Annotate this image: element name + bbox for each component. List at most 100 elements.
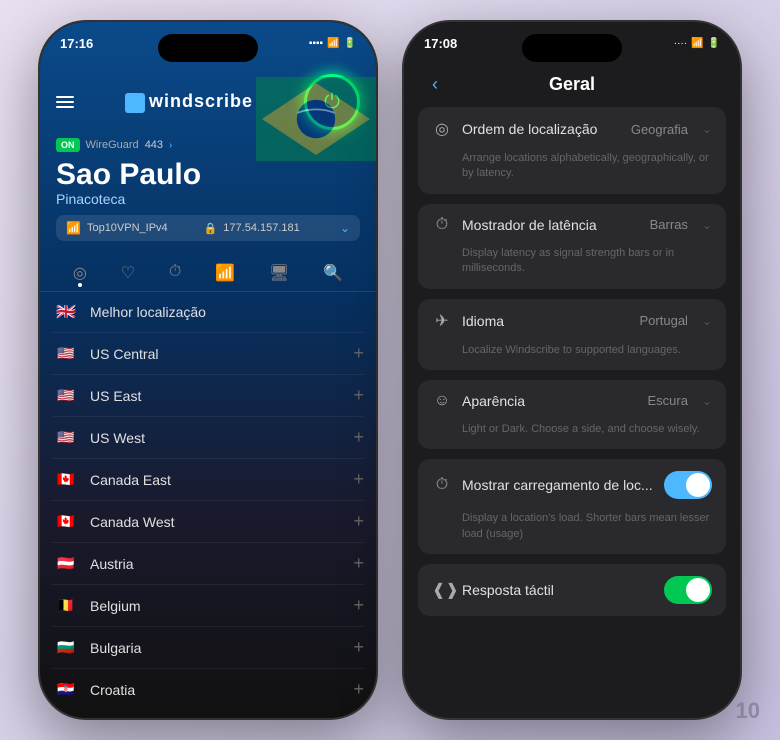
vpn-port: 443 xyxy=(145,139,163,151)
heart-icon: ♡ xyxy=(121,263,135,283)
location-item[interactable]: 🇧🇪Belgium+ xyxy=(52,585,364,627)
left-time: 17:16 xyxy=(60,36,93,51)
right-battery-icon: 🔋 xyxy=(708,38,720,49)
flag-icon: 🇺🇸 xyxy=(52,344,80,364)
search-icon: 🔍 xyxy=(323,263,343,283)
setting-row-haptic[interactable]: ❰❱Resposta táctil xyxy=(418,564,726,616)
location-name: US West xyxy=(90,430,353,446)
setting-block-appearance: ☺AparênciaEscura⌄Light or Dark. Choose a… xyxy=(418,380,726,449)
location-add-button[interactable]: + xyxy=(353,511,364,532)
setting-desc-location-load: Display a location's load. Shorter bars … xyxy=(418,511,726,554)
setting-chevron-location-order: ⌄ xyxy=(702,122,712,136)
watermark: 10 xyxy=(736,698,760,724)
vpn-on-badge: ON xyxy=(56,138,80,152)
tab-favorites[interactable]: ♡ xyxy=(121,263,135,283)
right-time: 17:08 xyxy=(424,36,457,51)
wifi-icon: 📶 xyxy=(327,38,339,49)
setting-label-language: Idioma xyxy=(462,313,630,329)
vpn-protocol: WireGuard xyxy=(86,139,139,151)
location-name: US East xyxy=(90,388,353,404)
location-name: Croatia xyxy=(90,682,353,698)
tab-recent[interactable]: ⏱ xyxy=(169,263,181,283)
toggle-knob-haptic xyxy=(686,578,710,602)
back-button[interactable]: ‹ xyxy=(420,70,450,100)
toggle-knob-location-load xyxy=(686,473,710,497)
vpn-chevron-icon[interactable]: › xyxy=(169,140,172,151)
right-wifi-icon: 📶 xyxy=(691,38,703,49)
location-item[interactable]: 🇭🇷 Croatia+ xyxy=(52,669,364,710)
setting-row-location-load[interactable]: ⏱Mostrar carregamento de loc... xyxy=(418,459,726,511)
ip-row: 📶 Top10VPN_IPv4 🔒 177.54.157.181 ⌄ xyxy=(56,215,360,241)
location-name: Austria xyxy=(90,556,353,572)
battery-icon: 🔋 xyxy=(344,38,356,49)
setting-block-location-load: ⏱Mostrar carregamento de loc...Display a… xyxy=(418,459,726,554)
flag-icon: 🇺🇸 xyxy=(52,428,80,448)
location-item[interactable]: 🇨🇦 Canada West+ xyxy=(52,501,364,543)
menu-button[interactable] xyxy=(56,96,74,108)
toggle-location-load[interactable] xyxy=(664,471,712,499)
setting-row-location-order[interactable]: ◎ Ordem de localização Geografia ⌄ xyxy=(418,107,726,151)
location-add-button[interactable]: + xyxy=(353,595,364,616)
location-add-button[interactable]: + xyxy=(353,637,364,658)
flag-icon: 🇺🇸 xyxy=(52,386,80,406)
location-item[interactable]: 🇺🇸 US East+ xyxy=(52,375,364,417)
dynamic-island xyxy=(158,34,258,62)
setting-value-location-order: Geografia xyxy=(631,122,688,137)
tab-search[interactable]: 🔍 xyxy=(323,263,343,283)
setting-desc-latency-display: Display latency as signal strength bars … xyxy=(418,246,726,289)
tab-custom[interactable]: 🖥 xyxy=(269,263,289,283)
location-add-button[interactable]: + xyxy=(353,427,364,448)
setting-row-appearance[interactable]: ☺AparênciaEscura⌄ xyxy=(418,380,726,422)
location-name: US Central xyxy=(90,346,353,362)
location-add-button[interactable]: + xyxy=(353,385,364,406)
tab-dot xyxy=(78,283,82,287)
network-name: Top10VPN_IPv4 xyxy=(87,222,198,234)
location-add-button[interactable]: + xyxy=(353,553,364,574)
setting-icon-language: ✈ xyxy=(432,311,452,331)
location-item[interactable]: 🇨🇦Canada East+ xyxy=(52,459,364,501)
setting-label-appearance: Aparência xyxy=(462,393,637,409)
setting-label-location-order: Ordem de localização xyxy=(462,121,621,137)
ip-expand-icon[interactable]: ⌄ xyxy=(340,221,350,235)
flag-icon: 🇭🇷 xyxy=(52,680,80,700)
location-item[interactable]: 🇦🇹Austria+ xyxy=(52,543,364,585)
tab-bar: ◎ ♡ ⏱ 📶 🖥 🔍 xyxy=(40,255,376,292)
setting-desc-language: Localize Windscribe to supported languag… xyxy=(418,343,726,370)
setting-row-latency-display[interactable]: ⏱Mostrador de latênciaBarras⌄ xyxy=(418,204,726,246)
toggle-haptic[interactable] xyxy=(664,576,712,604)
flag-icon: 🇨🇦 xyxy=(52,512,80,532)
best-location-row[interactable]: 🇬🇧 Melhor localização xyxy=(52,292,364,333)
right-dynamic-island xyxy=(522,34,622,62)
location-sub: Pinacoteca xyxy=(56,191,360,207)
setting-icon-haptic: ❰❱ xyxy=(432,580,452,600)
setting-block-haptic: ❰❱Resposta táctil xyxy=(418,564,726,616)
location-add-button[interactable]: + xyxy=(353,343,364,364)
setting-chevron-appearance: ⌄ xyxy=(702,394,712,408)
right-phone: 17:08 ···· 📶 🔋 ‹ Geral ◎Ordem de localiz… xyxy=(402,20,742,720)
flag-icon: 🇨🇦 xyxy=(52,470,80,490)
location-item[interactable]: 🇧🇬Bulgaria+ xyxy=(52,627,364,669)
monitor-icon: 🖥 xyxy=(269,263,289,283)
tab-target[interactable]: ◎ xyxy=(73,263,87,283)
setting-value-appearance: Escura xyxy=(647,393,687,408)
signal-bars-icon: 📶 xyxy=(215,263,235,283)
location-add-button[interactable]: + xyxy=(353,469,364,490)
location-add-button[interactable]: + xyxy=(353,679,364,700)
lock-icon: 🔒 xyxy=(204,222,218,235)
location-name: Canada West xyxy=(90,514,353,530)
app-logo: windscribe xyxy=(125,91,253,112)
uk-flag-icon: 🇬🇧 xyxy=(52,302,80,322)
best-location-label: Melhor localização xyxy=(90,304,364,320)
setting-value-language: Portugal xyxy=(640,313,688,328)
setting-row-language[interactable]: ✈ Idioma Portugal ⌄ xyxy=(418,299,726,343)
settings-list: ◎Ordem de localizaçãoGeografia⌄Arrange l… xyxy=(404,107,740,703)
setting-icon-location-order: ◎ xyxy=(432,119,452,139)
setting-label-latency-display: Mostrador de latência xyxy=(462,217,640,233)
page-title: Geral xyxy=(549,74,595,95)
setting-chevron-language: ⌄ xyxy=(702,314,712,328)
tab-streaming[interactable]: 📶 xyxy=(215,263,235,283)
location-item[interactable]: 🇺🇸 US West+ xyxy=(52,417,364,459)
flag-icon: 🇧🇪 xyxy=(52,596,80,616)
setting-block-location-order: ◎Ordem de localizaçãoGeografia⌄Arrange l… xyxy=(418,107,726,194)
location-item[interactable]: 🇺🇸 US Central+ xyxy=(52,333,364,375)
